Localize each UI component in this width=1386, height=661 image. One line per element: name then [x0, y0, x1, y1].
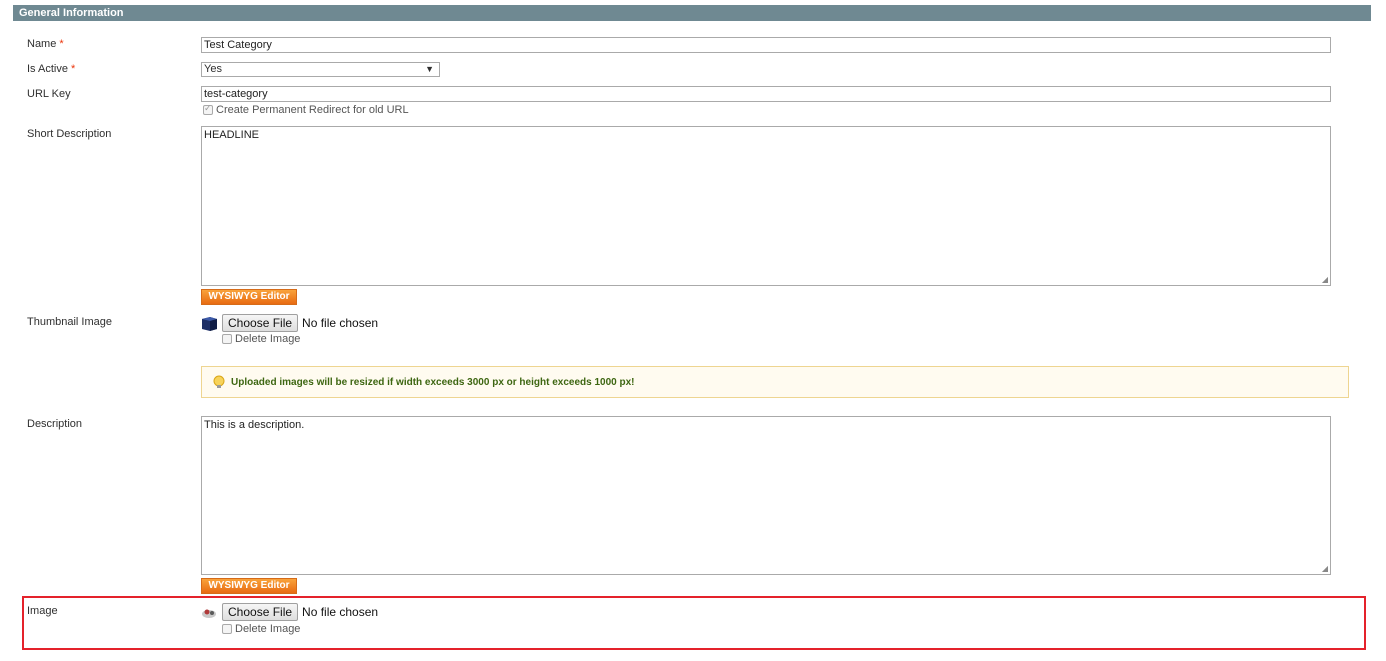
lightbulb-icon	[213, 375, 225, 388]
thumbnail-delete-row[interactable]: Delete Image	[222, 333, 300, 345]
thumbnail-image-label: Thumbnail Image	[27, 316, 112, 328]
redirect-checkbox-row[interactable]: Create Permanent Redirect for old URL	[203, 103, 409, 117]
is-active-label: Is Active *	[27, 63, 75, 75]
short-description-value: HEADLINE	[204, 129, 260, 141]
wysiwyg-editor-button[interactable]: WYSIWYG Editor	[201, 289, 297, 305]
thumbnail-cube-icon	[202, 316, 217, 331]
thumbnail-file-status: No file chosen	[302, 316, 379, 330]
short-description-label: Short Description	[27, 128, 112, 140]
resize-notice: Uploaded images will be resized if width…	[201, 366, 1349, 398]
resize-handle-icon[interactable]: ◢	[1322, 564, 1328, 573]
thumbnail-delete-checkbox[interactable]	[222, 334, 232, 345]
thumbnail-file-row: Choose File No file chosen	[201, 313, 378, 333]
dropdown-arrow-icon: ▼	[425, 64, 434, 74]
is-active-select[interactable]: Yes ▼	[201, 62, 440, 77]
image-highlight-box	[22, 596, 1366, 650]
resize-handle-icon[interactable]: ◢	[1322, 275, 1328, 284]
wysiwyg-editor-button[interactable]: WYSIWYG Editor	[201, 578, 297, 594]
name-input[interactable]: Test Category	[201, 37, 1331, 53]
required-mark: *	[71, 63, 76, 75]
short-description-textarea[interactable]: HEADLINE ◢	[201, 126, 1331, 286]
description-textarea[interactable]: This is a description. ◢	[201, 416, 1331, 575]
thumbnail-delete-label: Delete Image	[235, 333, 301, 346]
name-label-text: Name	[27, 38, 57, 50]
is-active-value: Yes	[204, 63, 222, 75]
description-value: This is a description.	[204, 419, 305, 431]
section-header: General Information	[13, 5, 1371, 21]
description-label: Description	[27, 418, 83, 430]
required-mark: *	[59, 38, 64, 50]
name-label: Name *	[27, 38, 64, 50]
redirect-checkbox[interactable]	[203, 103, 213, 116]
resize-notice-text: Uploaded images will be resized if width…	[231, 376, 635, 388]
thumbnail-choose-file-button[interactable]: Choose File	[222, 314, 299, 332]
url-key-label: URL Key	[27, 88, 71, 100]
redirect-label: Create Permanent Redirect for old URL	[216, 104, 409, 117]
url-key-input[interactable]: test-category	[201, 86, 1331, 102]
is-active-label-text: Is Active	[27, 63, 68, 75]
